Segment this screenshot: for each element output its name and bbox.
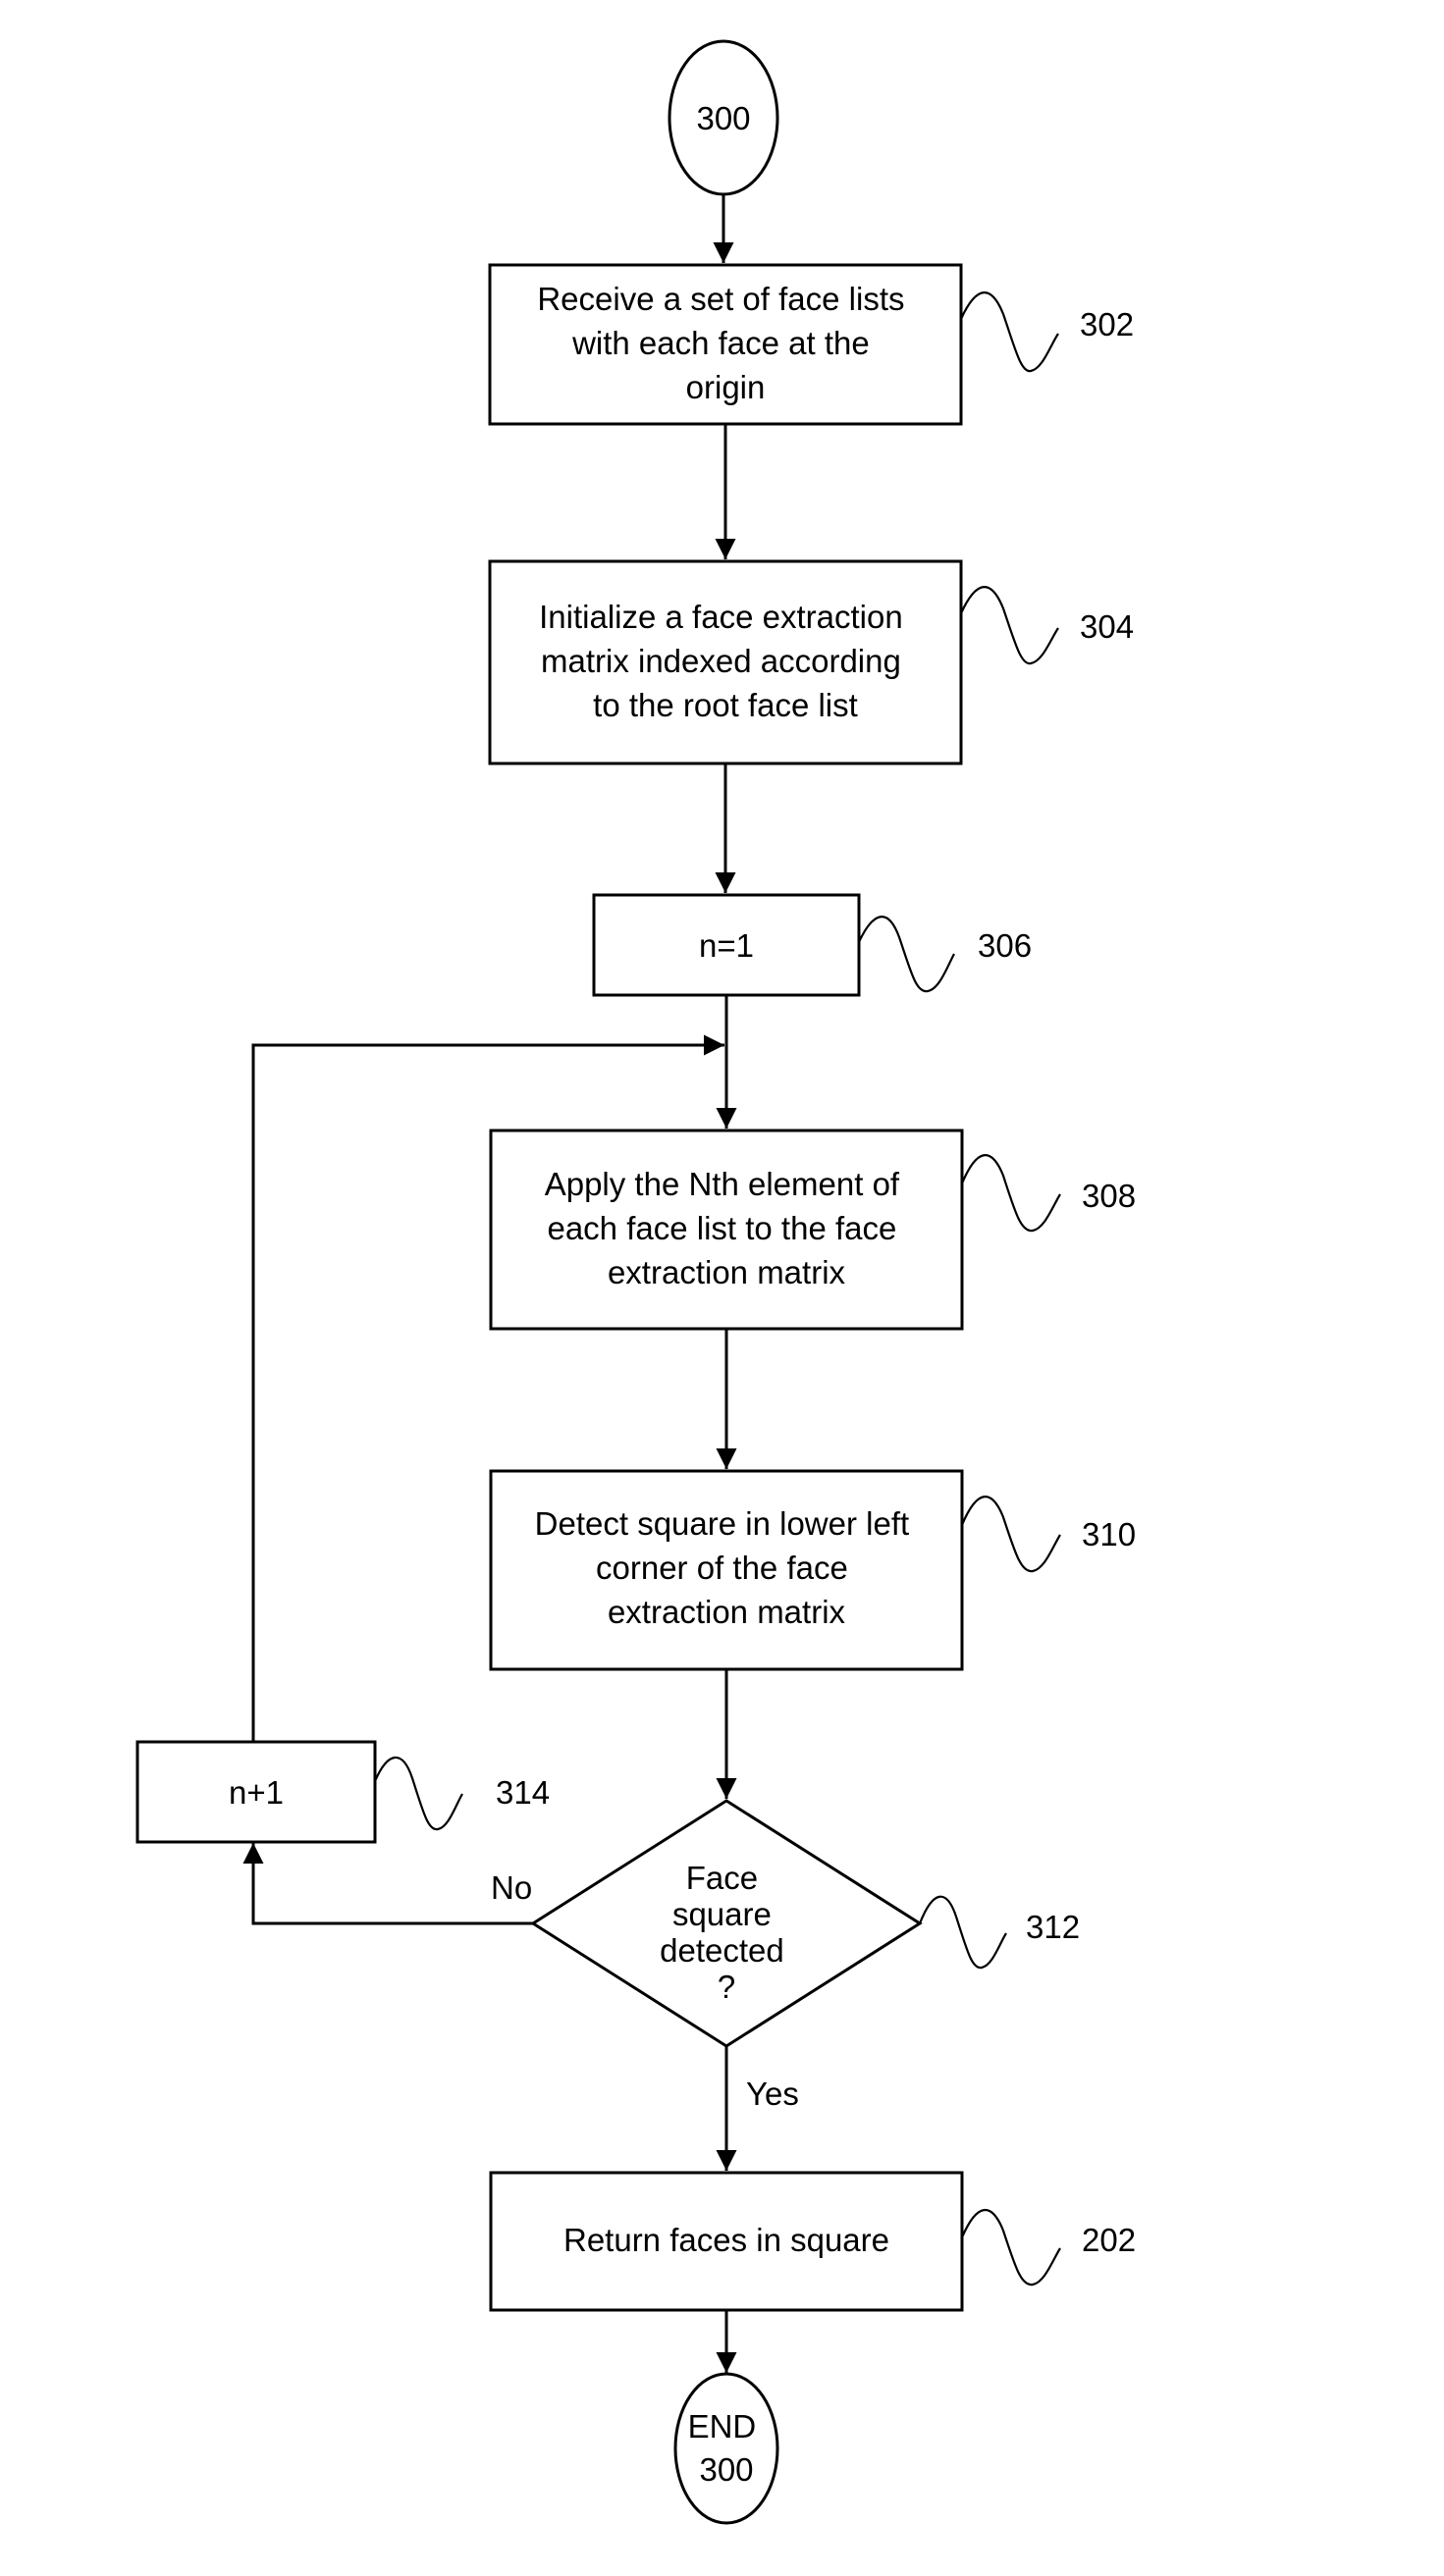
step-302: Receive a set of face lists with each fa… [488, 263, 1134, 426]
ref-308: 308 [1082, 1178, 1136, 1214]
ref-312: 312 [1026, 1909, 1080, 1945]
step-304-text: Initialize a face extraction matrix inde… [539, 599, 912, 723]
squiggle-304 [959, 586, 1059, 665]
step-202-text: Return faces in square [563, 2222, 889, 2258]
squiggle-312 [918, 1895, 1007, 1970]
step-310: Detect square in lower left corner of th… [489, 1469, 1136, 1671]
ref-306: 306 [978, 927, 1032, 964]
squiggle-306 [858, 916, 955, 993]
step-314: n+1 314 [135, 1740, 550, 1844]
squiggle-314 [373, 1756, 463, 1831]
ref-202: 202 [1082, 2222, 1136, 2258]
ref-302: 302 [1080, 306, 1134, 342]
end-terminal: END 300 [673, 2372, 779, 2525]
start-terminal: 300 [668, 39, 779, 196]
no-label: No [491, 1869, 532, 1906]
start-label: 300 [696, 100, 750, 136]
decision-312: Face square detected ? 312 [530, 1799, 1080, 2048]
ref-310: 310 [1082, 1516, 1136, 1552]
flowchart: 300 Receive a set of face lists with eac… [135, 39, 1136, 2525]
squiggle-302 [959, 291, 1059, 373]
step-306: n=1 306 [592, 893, 1032, 997]
squiggle-310 [960, 1496, 1061, 1573]
step-306-text: n=1 [699, 927, 754, 964]
yes-label: Yes [746, 2076, 799, 2112]
squiggle-308 [960, 1154, 1061, 1233]
step-304: Initialize a face extraction matrix inde… [488, 559, 1134, 765]
step-202: Return faces in square 202 [489, 2171, 1136, 2312]
step-308: Apply the Nth element of each face list … [489, 1129, 1136, 1331]
ref-304: 304 [1080, 608, 1134, 645]
squiggle-202 [960, 2209, 1061, 2287]
step-314-text: n+1 [229, 1774, 284, 1811]
ref-314: 314 [496, 1774, 550, 1811]
